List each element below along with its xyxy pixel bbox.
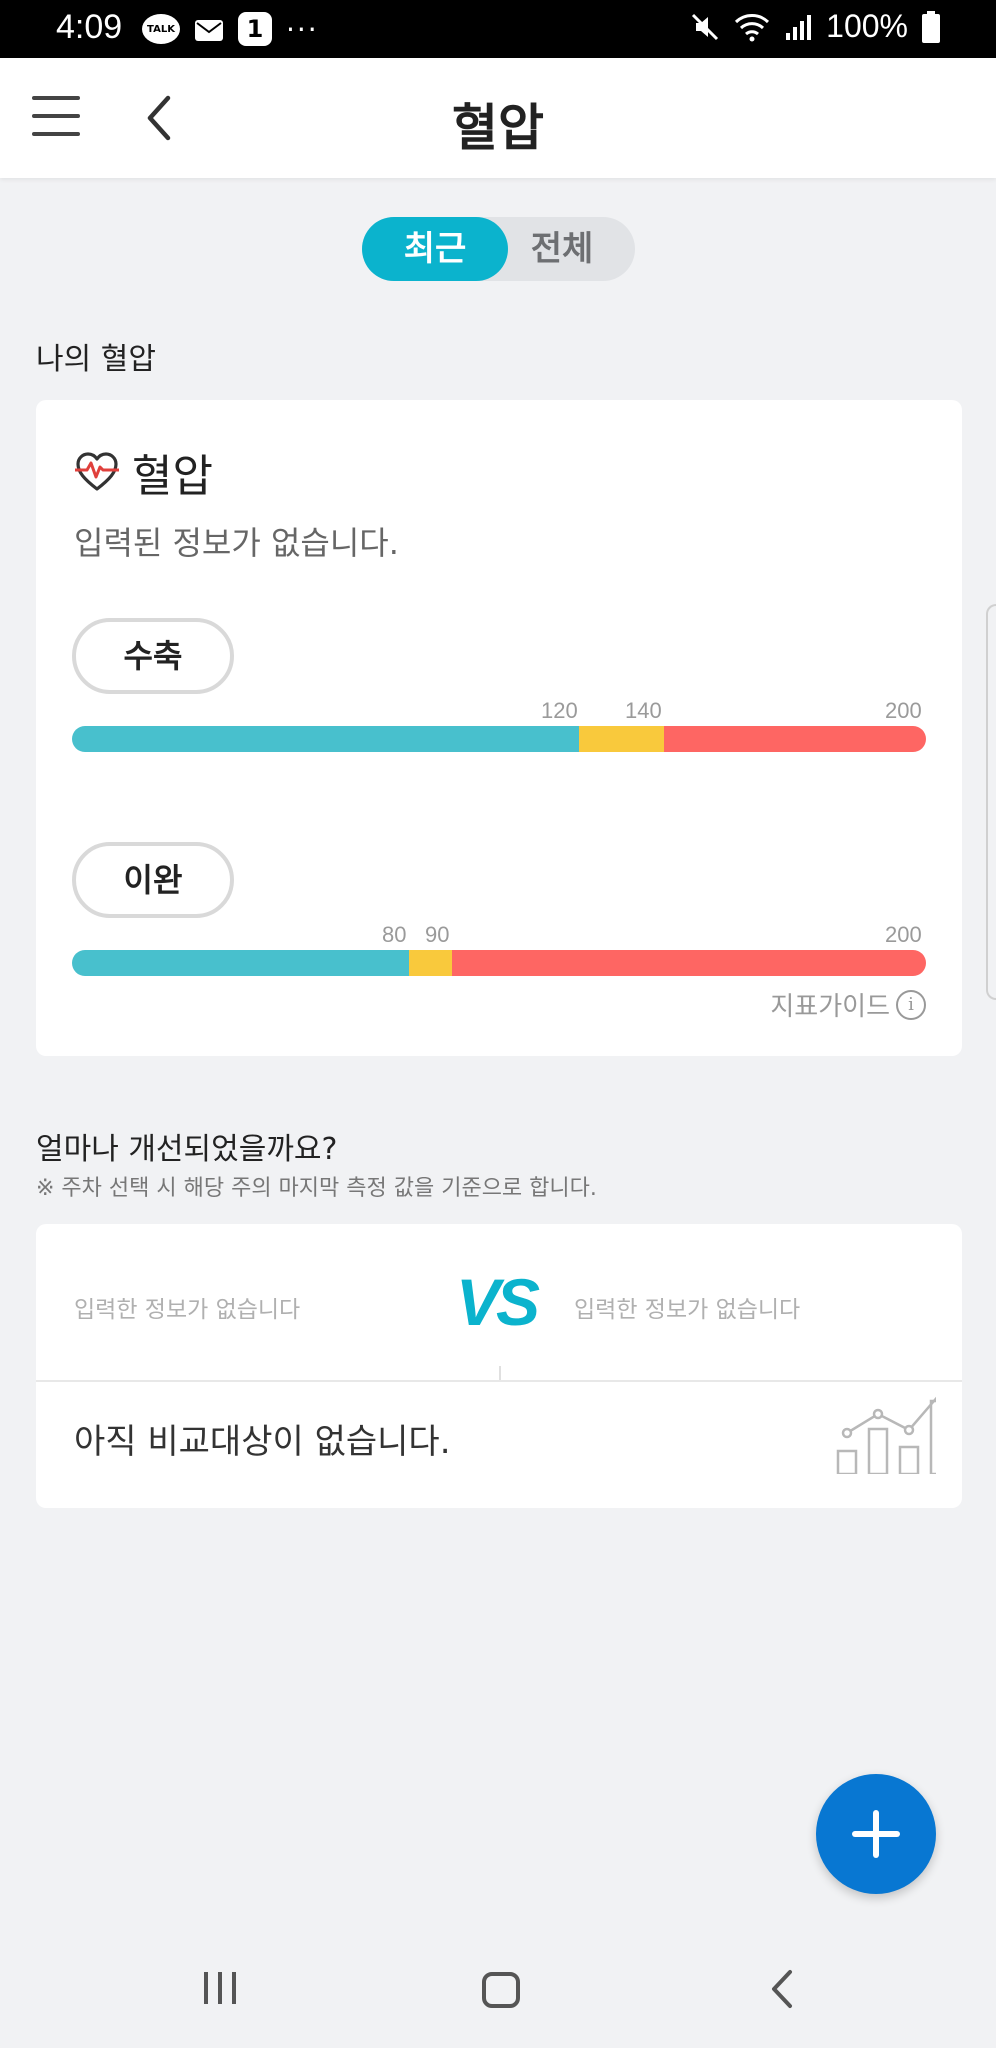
diastolic-danger-segment	[452, 950, 926, 976]
systolic-tick-120: 120	[541, 698, 578, 723]
diastolic-label: 이완	[72, 842, 234, 918]
badge-icon: 1	[238, 12, 272, 46]
diastolic-tick-200: 200	[885, 922, 922, 947]
diastolic-warning-segment	[409, 950, 452, 976]
comparison-right-empty: 입력한 정보가 없습니다	[574, 1297, 801, 1323]
bp-card: 혈압 입력된 정보가 없습니다. 수축 120 140 200 이완 80 90…	[36, 400, 962, 1056]
bp-card-title: 혈압	[132, 451, 213, 502]
system-icons: 100%	[690, 8, 940, 45]
mute-icon	[692, 13, 719, 40]
comparison-left-empty: 입력한 정보가 없습니다	[74, 1297, 301, 1323]
my-bp-section-title: 나의 혈압	[36, 342, 156, 377]
diastolic-normal-segment	[72, 950, 409, 976]
home-icon[interactable]	[482, 1972, 520, 2008]
indicator-guide-link[interactable]: 지표가이드 i	[770, 986, 926, 1023]
comparison-center-line	[499, 1366, 501, 1380]
add-record-button[interactable]	[816, 1774, 936, 1894]
battery-percent: 100%	[826, 8, 908, 44]
heart-pulse-icon	[75, 452, 119, 491]
period-toggle: 전체 최근	[362, 217, 635, 281]
bp-empty-message: 입력된 정보가 없습니다.	[74, 524, 399, 562]
system-navigation-bar	[0, 1930, 996, 2048]
diastolic-tick-90: 90	[425, 922, 450, 947]
more-notifications-icon: ···	[286, 12, 319, 46]
bar-line-chart-icon	[836, 1396, 936, 1474]
tab-recent[interactable]: 최근	[362, 217, 508, 281]
systolic-tick-200: 200	[885, 698, 922, 723]
mail-icon	[195, 20, 223, 41]
recent-apps-icon[interactable]	[204, 1972, 236, 2004]
info-icon: i	[896, 989, 926, 1020]
systolic-danger-segment	[664, 726, 926, 752]
improvement-section-title: 얼마나 개선되었을까요?	[36, 1132, 338, 1167]
indicator-guide-label: 지표가이드	[770, 992, 890, 1022]
diastolic-range-bar	[72, 950, 926, 976]
systolic-normal-segment	[72, 726, 579, 752]
tab-all[interactable]: 전체	[489, 217, 635, 281]
systolic-range-bar	[72, 726, 926, 752]
no-comparison-message: 아직 비교대상이 없습니다.	[74, 1422, 451, 1462]
edge-panel-handle[interactable]	[986, 604, 996, 1000]
systolic-tick-140: 140	[625, 698, 662, 723]
page-title: 혈압	[452, 99, 544, 157]
systolic-warning-segment	[579, 726, 664, 752]
vs-label: VS	[456, 1265, 540, 1339]
wifi-icon	[735, 13, 770, 41]
systolic-label: 수축	[72, 618, 234, 694]
signal-icon	[786, 14, 812, 40]
notification-icons: TALK 1 ···	[142, 12, 319, 46]
bp-card-header: 혈압	[74, 440, 213, 504]
comparison-card: 입력한 정보가 없습니다 VS 입력한 정보가 없습니다 아직 비교대상이 없습…	[36, 1224, 962, 1508]
improvement-note: ※ 주차 선택 시 해당 주의 마지막 측정 값을 기준으로 합니다.	[36, 1176, 597, 1201]
kakaotalk-icon: TALK	[142, 14, 180, 44]
status-bar: 4:09 TALK 1 ··· 100%	[0, 0, 996, 58]
system-back-icon[interactable]	[766, 1966, 796, 2012]
app-bar: 혈압	[0, 58, 996, 178]
battery-icon	[922, 10, 940, 43]
status-time: 4:09	[56, 8, 123, 46]
diastolic-tick-80: 80	[382, 922, 407, 947]
